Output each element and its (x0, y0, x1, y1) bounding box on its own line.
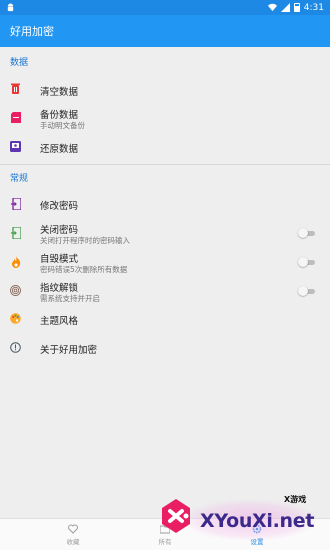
disable-password-toggle[interactable] (298, 228, 316, 238)
exit-lock-icon (10, 226, 21, 239)
section-header-data: 数据 (10, 58, 29, 68)
backup-data-subtitle: 手动明文备份 (40, 121, 85, 130)
backup-icon (10, 112, 21, 123)
fire-icon (10, 255, 21, 268)
about-item[interactable]: 关于好用加密 (0, 337, 330, 359)
section-header-general: 常规 (10, 174, 29, 184)
app-title: 好用加密 (10, 25, 54, 38)
disable-password-subtitle: 关闭打开程序时的密码输入 (40, 236, 130, 245)
clear-data-title: 清空数据 (40, 87, 79, 98)
change-password-item[interactable]: 修改密码 (0, 193, 330, 215)
watermark-tag: X游戏 (284, 495, 307, 504)
section-divider (0, 164, 330, 165)
self-destruct-item[interactable]: 自毁模式 密码错误5次删除所有数据 (0, 248, 330, 276)
fingerprint-unlock-subtitle: 需系统支持并开启 (40, 294, 100, 303)
status-time: 4:31 (303, 2, 324, 13)
fingerprint-icon (10, 285, 21, 296)
gamepad-logo-icon (162, 499, 190, 533)
theme-style-title: 主题风格 (40, 316, 79, 327)
battery-icon (293, 3, 300, 12)
watermark-text: XYouXi.net (200, 510, 315, 532)
signal-icon (280, 3, 290, 12)
self-destruct-toggle[interactable] (298, 257, 316, 267)
theme-style-item[interactable]: 主题风格 (0, 308, 330, 330)
fingerprint-unlock-title: 指纹解锁 (40, 283, 79, 294)
fingerprint-unlock-item[interactable]: 指纹解锁 需系统支持并开启 (0, 277, 330, 305)
restore-data-item[interactable]: 还原数据 (0, 136, 330, 158)
self-destruct-title: 自毁模式 (40, 254, 79, 265)
heart-icon (68, 524, 78, 534)
clear-data-item[interactable]: 清空数据 (0, 78, 330, 100)
restore-data-title: 还原数据 (40, 144, 79, 155)
status-bar: 4:31 (0, 0, 330, 15)
trash-icon (10, 83, 21, 94)
fingerprint-unlock-toggle[interactable] (298, 286, 316, 296)
change-password-title: 修改密码 (40, 201, 79, 212)
app-bar: 好用加密 (0, 15, 330, 47)
disable-password-item[interactable]: 关闭密码 关闭打开程序时的密码输入 (0, 219, 330, 247)
info-icon (10, 342, 21, 353)
disable-password-title: 关闭密码 (40, 225, 79, 236)
edit-password-icon (10, 197, 21, 210)
backup-data-title: 备份数据 (40, 110, 79, 121)
restore-icon (10, 141, 21, 152)
about-title: 关于好用加密 (40, 345, 98, 356)
palette-icon (10, 313, 21, 324)
watermark: X游戏 XYouXi.net (150, 488, 330, 550)
android-icon (7, 3, 14, 12)
backup-data-item[interactable]: 备份数据 手动明文备份 (0, 104, 330, 132)
wifi-icon (267, 3, 277, 12)
self-destruct-subtitle: 密码错误5次删除所有数据 (40, 265, 128, 274)
nav-favorites-label: 收藏 (66, 538, 80, 546)
